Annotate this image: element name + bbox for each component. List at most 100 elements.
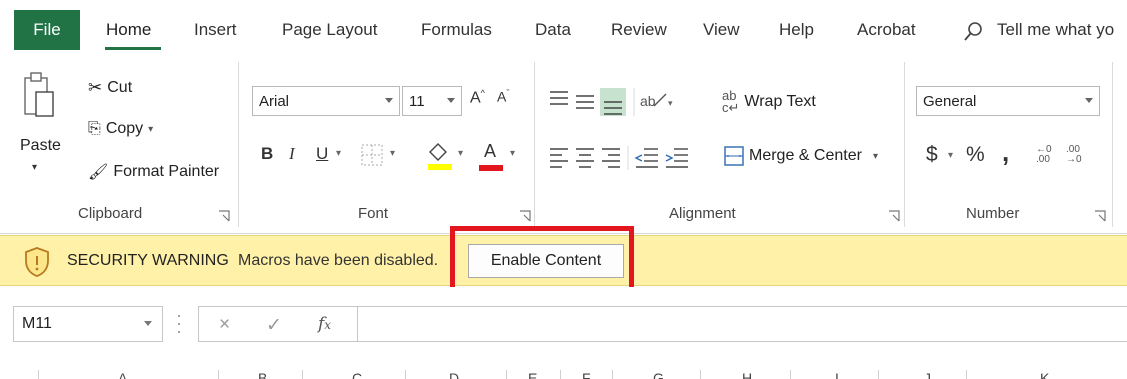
underline-button[interactable]: U bbox=[316, 144, 328, 164]
insert-function-icon[interactable]: fx bbox=[318, 314, 331, 334]
cancel-icon[interactable]: × bbox=[219, 314, 230, 336]
enable-content-button[interactable]: Enable Content bbox=[468, 244, 624, 278]
chevron-down-icon bbox=[447, 98, 455, 103]
column-header-c[interactable]: C bbox=[352, 370, 362, 379]
merge-center-button[interactable]: Merge & Center ▾ bbox=[724, 146, 878, 166]
tab-data[interactable]: Data bbox=[535, 20, 571, 40]
column-header-b[interactable]: B bbox=[258, 370, 267, 379]
align-left-icon[interactable] bbox=[550, 148, 568, 168]
number-dialog-launcher-icon[interactable] bbox=[1094, 210, 1106, 222]
tab-page-layout[interactable]: Page Layout bbox=[282, 20, 377, 40]
svg-text:▾: ▾ bbox=[668, 98, 673, 108]
column-header-g[interactable]: G bbox=[653, 370, 664, 379]
font-name-combo[interactable]: Arial bbox=[252, 86, 400, 116]
group-separator bbox=[534, 62, 535, 227]
fill-color-icon[interactable] bbox=[424, 140, 454, 172]
tab-insert[interactable]: Insert bbox=[194, 20, 237, 40]
column-separator bbox=[38, 370, 39, 379]
paste-button[interactable]: Paste bbox=[20, 137, 61, 155]
clipboard-group-label: Clipboard bbox=[78, 205, 143, 222]
decrease-indent-icon[interactable] bbox=[634, 148, 658, 168]
align-right-icon[interactable] bbox=[602, 148, 620, 168]
tab-file[interactable]: File bbox=[14, 10, 80, 50]
formula-input[interactable] bbox=[357, 306, 1127, 342]
comma-style-button[interactable]: , bbox=[1002, 137, 1009, 168]
paste-icon[interactable] bbox=[22, 70, 56, 130]
currency-button[interactable]: $ bbox=[926, 143, 938, 167]
borders-icon[interactable] bbox=[360, 143, 384, 167]
paste-dropdown-icon[interactable]: ▾ bbox=[32, 162, 37, 173]
number-format-combo[interactable]: General bbox=[916, 86, 1100, 116]
tab-acrobat[interactable]: Acrobat bbox=[857, 20, 916, 40]
column-header-f[interactable]: F bbox=[582, 370, 591, 379]
column-separator bbox=[612, 370, 613, 379]
grow-font-icon[interactable]: A^ bbox=[470, 88, 485, 107]
column-separator bbox=[878, 370, 879, 379]
increase-decimal-icon[interactable]: ←0.00 bbox=[1036, 145, 1052, 165]
column-header-k[interactable]: K bbox=[1040, 370, 1049, 379]
column-header-h[interactable]: H bbox=[742, 370, 752, 379]
tab-review[interactable]: Review bbox=[611, 20, 667, 40]
column-header-d[interactable]: D bbox=[449, 370, 459, 379]
copy-button[interactable]: ⎘ Copy ▾ bbox=[88, 120, 153, 138]
name-box[interactable]: M11 bbox=[13, 306, 163, 342]
cut-label: Cut bbox=[107, 79, 133, 96]
group-separator bbox=[238, 62, 239, 227]
font-color-dropdown-icon[interactable]: ▾ bbox=[510, 148, 515, 159]
copy-dropdown-icon[interactable]: ▾ bbox=[148, 124, 153, 135]
bold-button[interactable]: B bbox=[261, 144, 273, 164]
percent-button[interactable]: % bbox=[966, 143, 985, 167]
shrink-font-icon[interactable]: Aˇ bbox=[497, 88, 509, 105]
font-color-icon[interactable]: A bbox=[484, 141, 496, 162]
tab-help[interactable]: Help bbox=[779, 20, 814, 40]
fill-color-dropdown-icon[interactable]: ▾ bbox=[458, 148, 463, 159]
enter-check-icon[interactable]: ✓ bbox=[266, 314, 282, 337]
ribbon-tab-bar: File Home Insert Page Layout Formulas Da… bbox=[0, 0, 1127, 54]
column-separator bbox=[700, 370, 701, 379]
security-warning-message: Macros have been disabled. bbox=[238, 252, 439, 269]
chevron-down-icon bbox=[1085, 98, 1093, 103]
align-center-icon[interactable] bbox=[576, 148, 594, 168]
alignment-dialog-launcher-icon[interactable] bbox=[888, 210, 900, 222]
underline-dropdown-icon[interactable]: ▾ bbox=[336, 148, 341, 159]
wrap-text-button[interactable]: ab c↵ Wrap Text bbox=[722, 89, 816, 114]
lightbulb-search-icon[interactable] bbox=[963, 20, 985, 42]
font-size-combo[interactable]: 11 bbox=[402, 86, 462, 116]
merge-dropdown-icon[interactable]: ▾ bbox=[873, 151, 878, 162]
top-align-icon[interactable] bbox=[550, 91, 568, 105]
scissors-icon: ✂ bbox=[88, 78, 103, 97]
vertical-align-buttons: ab ▾ bbox=[550, 88, 673, 116]
font-color-swatch bbox=[479, 165, 503, 171]
borders-dropdown-icon[interactable]: ▾ bbox=[390, 148, 395, 159]
formula-bar: M11 · · · × ✓ fx bbox=[0, 287, 1127, 357]
number-format-value: General bbox=[923, 92, 977, 110]
copy-label: Copy bbox=[105, 120, 144, 137]
clipboard-dialog-launcher-icon[interactable] bbox=[218, 210, 230, 222]
font-dialog-launcher-icon[interactable] bbox=[519, 210, 531, 222]
column-header-i[interactable]: I bbox=[835, 370, 839, 379]
middle-align-icon[interactable] bbox=[576, 95, 594, 109]
merge-center-label: Merge & Center bbox=[749, 147, 862, 164]
decrease-decimal-icon[interactable]: .00 →0 bbox=[1066, 145, 1082, 165]
name-box-value: M11 bbox=[22, 315, 52, 332]
copy-icon: ⎘ bbox=[88, 120, 101, 137]
column-header-a[interactable]: A bbox=[118, 370, 127, 379]
tab-formulas[interactable]: Formulas bbox=[421, 20, 492, 40]
group-separator bbox=[904, 62, 905, 227]
orientation-icon[interactable]: ab bbox=[640, 93, 667, 109]
formula-bar-grip-icon[interactable]: · · · bbox=[176, 306, 182, 340]
security-warning-title: SECURITY WARNING bbox=[67, 252, 229, 269]
column-separator bbox=[506, 370, 507, 379]
currency-dropdown-icon[interactable]: ▾ bbox=[948, 150, 953, 161]
format-painter-button[interactable]: 🖌 Format Painter bbox=[88, 162, 219, 182]
column-separator bbox=[405, 370, 406, 379]
column-headers: A B C D E F G H I J K bbox=[0, 362, 1127, 379]
tab-view[interactable]: View bbox=[703, 20, 740, 40]
column-header-e[interactable]: E bbox=[528, 370, 537, 379]
italic-button[interactable]: I bbox=[289, 144, 295, 164]
increase-indent-icon[interactable] bbox=[665, 148, 688, 168]
column-header-j[interactable]: J bbox=[924, 370, 931, 379]
cut-button[interactable]: ✂ Cut bbox=[88, 78, 132, 98]
tab-home[interactable]: Home bbox=[106, 20, 151, 40]
tell-me-search[interactable]: Tell me what yo bbox=[997, 20, 1114, 40]
